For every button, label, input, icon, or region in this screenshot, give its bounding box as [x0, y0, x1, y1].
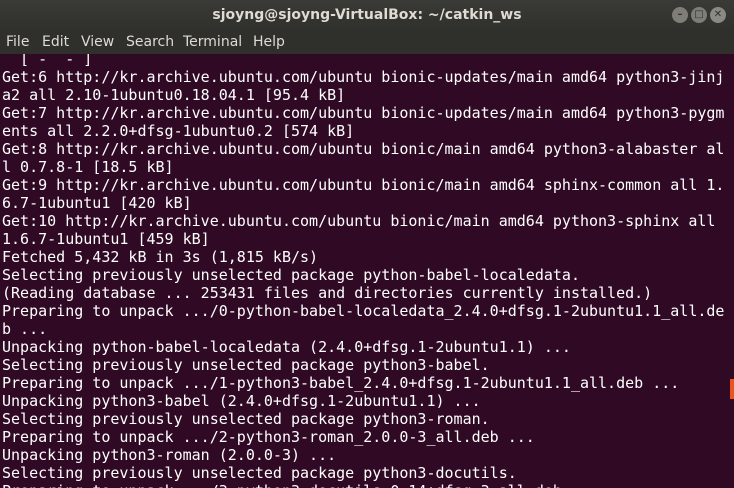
- terminal-line: Get:8 http://kr.archive.ubuntu.com/ubunt…: [2, 140, 725, 158]
- menu-bar: File Edit View Search Terminal Help: [0, 32, 734, 54]
- terminal-line: a2 all 2.10-1ubuntu0.18.04.1 [95.4 kB]: [2, 86, 346, 104]
- terminal-line: [ - - ]: [2, 54, 93, 68]
- terminal-line: Fetched 5,432 kB in 3s (1,815 kB/s): [2, 248, 319, 266]
- menu-help[interactable]: Help: [251, 34, 287, 50]
- close-icon: ✕: [713, 9, 723, 20]
- window-title: sjoyng@sjoyng-VirtualBox: ~/catkin_ws: [212, 7, 522, 23]
- terminal-text: [ - - ] Get:6 http://kr.archive.ubuntu.co…: [2, 54, 728, 488]
- menu-view[interactable]: View: [79, 34, 116, 50]
- terminal-window: sjoyng@sjoyng-VirtualBox: ~/catkin_ws – …: [0, 0, 734, 488]
- terminal-line: Preparing to unpack .../1-python3-babel_…: [2, 374, 680, 392]
- terminal-line: Selecting previously unselected package …: [2, 410, 490, 428]
- menu-terminal[interactable]: Terminal: [181, 34, 244, 50]
- terminal-output[interactable]: [ - - ] Get:6 http://kr.archive.ubuntu.co…: [0, 54, 734, 488]
- terminal-line: Selecting previously unselected package …: [2, 356, 490, 374]
- terminal-line: Selecting previously unselected package …: [2, 464, 517, 482]
- window-controls: – □ ✕: [672, 7, 726, 23]
- terminal-line: Preparing to unpack .../0-python-babel-l…: [2, 302, 725, 320]
- menu-file[interactable]: File: [4, 34, 31, 50]
- terminal-line: Selecting previously unselected package …: [2, 266, 580, 284]
- maximize-button[interactable]: □: [691, 7, 707, 23]
- terminal-line: Preparing to unpack .../3-python3-docuti…: [2, 482, 728, 488]
- terminal-line: Unpacking python-babel-localedata (2.4.0…: [2, 338, 571, 356]
- terminal-line: Unpacking python3-babel (2.4.0+dfsg.1-2u…: [2, 392, 481, 410]
- terminal-line: Preparing to unpack .../2-python3-roman_…: [2, 428, 535, 446]
- terminal-line: Get:10 http://kr.archive.ubuntu.com/ubun…: [2, 212, 716, 230]
- terminal-line: (Reading database ... 253431 files and d…: [2, 284, 653, 302]
- terminal-line: l 0.7.8-1 [18.5 kB]: [2, 158, 174, 176]
- terminal-line: Get:9 http://kr.archive.ubuntu.com/ubunt…: [2, 176, 725, 194]
- terminal-line: b ...: [2, 320, 48, 338]
- terminal-line: Get:6 http://kr.archive.ubuntu.com/ubunt…: [2, 68, 725, 86]
- menu-search[interactable]: Search: [124, 34, 176, 50]
- terminal-line: 1.6.7-1ubuntu1 [459 kB]: [2, 230, 210, 248]
- minimize-icon: –: [677, 9, 683, 20]
- terminal-line: Unpacking python3-roman (2.0.0-3) ...: [2, 446, 337, 464]
- scroll-marker[interactable]: [730, 379, 734, 399]
- terminal-line: 6.7-1ubuntu1 [420 kB]: [2, 194, 192, 212]
- terminal-line: Get:7 http://kr.archive.ubuntu.com/ubunt…: [2, 104, 725, 122]
- minimize-button[interactable]: –: [672, 7, 688, 23]
- menu-edit[interactable]: Edit: [40, 34, 71, 50]
- maximize-icon: □: [694, 9, 704, 20]
- close-button[interactable]: ✕: [710, 7, 726, 23]
- title-bar[interactable]: sjoyng@sjoyng-VirtualBox: ~/catkin_ws – …: [0, 0, 734, 32]
- terminal-line: ents all 2.2.0+dfsg-1ubuntu0.2 [574 kB]: [2, 122, 355, 140]
